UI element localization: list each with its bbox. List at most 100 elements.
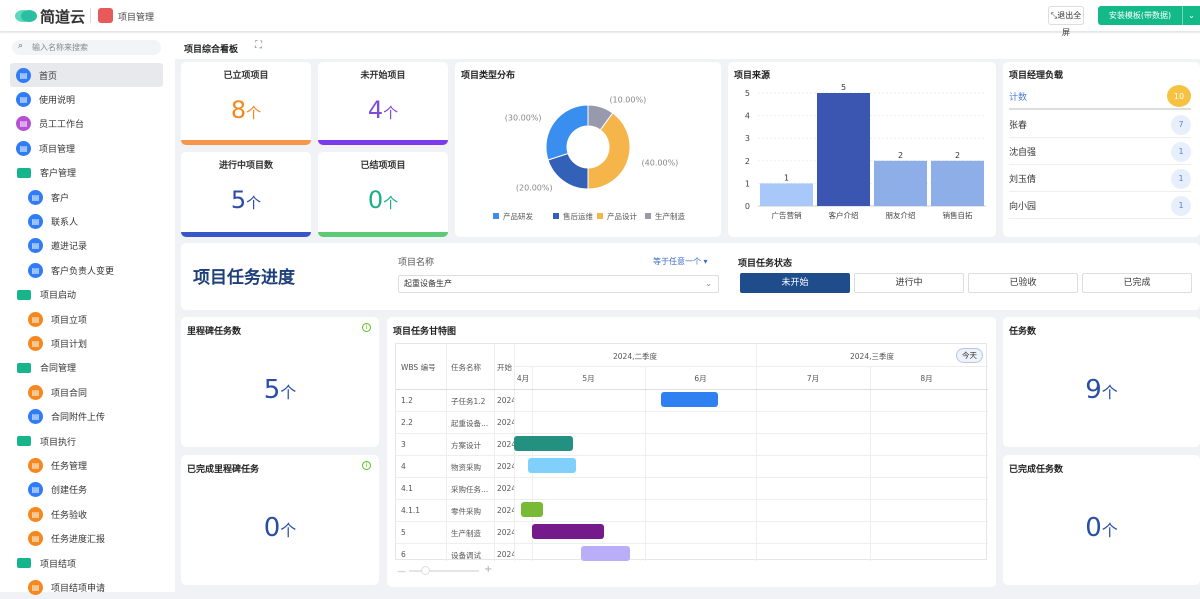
row-divider [396, 477, 988, 478]
sidebar-item[interactable]: ▤ 使用说明 [10, 87, 163, 111]
y-tick-label: 1 [745, 179, 750, 188]
operator-select[interactable]: 等于任意一个 ▾ [653, 256, 708, 267]
sidebar-item[interactable]: ▤ 联系人 [10, 209, 163, 233]
wbs-cell: 4 [401, 462, 406, 471]
column-header: 任务名称 [451, 363, 481, 372]
pie-slice[interactable] [545, 104, 589, 161]
menu-item-icon: ▤ [28, 384, 43, 400]
gantt-bar[interactable] [660, 392, 718, 407]
manager-row[interactable]: 刘玉倩 1 [1009, 166, 1191, 192]
pie-data-label: (20.00%) [516, 183, 553, 192]
status-option[interactable]: 进行中 [854, 273, 964, 293]
sidebar-item[interactable]: ▤ 任务管理 [10, 453, 163, 477]
gantt-bar[interactable] [520, 502, 544, 517]
gantt-bar[interactable] [514, 436, 574, 451]
bar-chart: 0 1 2 3 4 5 1 广告营销 5 客户介绍 2 朋友介绍 2 销售自拓 [745, 83, 986, 220]
stat-title: 已立项项目 [223, 71, 269, 81]
bar[interactable] [760, 183, 813, 206]
stat-value: 0个 [367, 186, 399, 214]
status-option[interactable]: 已验收 [968, 273, 1078, 293]
project-name-select[interactable]: 起重设备生产 ⌄ [398, 275, 719, 293]
legend-label[interactable]: 产品设计 [607, 211, 637, 221]
menu-item-icon: ▤ [28, 238, 43, 254]
app-name: 项目管理 [118, 13, 155, 23]
sidebar-item[interactable]: ▤ 合同附件上传 [10, 405, 163, 429]
column-header: WBS 编号 [401, 363, 436, 372]
task-name-cell[interactable]: 生产制造 [451, 528, 481, 539]
legend-label[interactable]: 产品研发 [503, 211, 533, 221]
exit-fullscreen-button[interactable]: ⤡退出全屏 [1048, 6, 1084, 37]
donut-chart: (10.00%) (40.00%) (20.00%) (30.00%) 产品研发 售后运维… [493, 95, 685, 221]
gantt-card: 项目任务甘特图 WBS 编号 任务名称 开始 2024,二季度 2024,三季度 今天 4月… [387, 317, 996, 587]
sidebar-item[interactable]: 客户管理 [10, 161, 163, 185]
legend-label[interactable]: 生产制造 [655, 211, 685, 221]
sidebar-item[interactable]: 项目执行 [10, 429, 163, 453]
menu-item-icon: ▤ [28, 531, 43, 547]
manager-row[interactable]: 张春 7 [1009, 112, 1191, 138]
sidebar-item[interactable]: ▤ 项目计划 [10, 331, 163, 355]
sidebar-item-label: 合同附件上传 [51, 413, 106, 424]
column-divider [446, 344, 447, 561]
sidebar-item[interactable]: ▤ 客户 [10, 185, 163, 209]
zoom-slider[interactable] [409, 570, 479, 572]
menu-item-icon: ▤ [28, 189, 43, 205]
card-title: 任务数 [1009, 327, 1037, 337]
install-dropdown-chevron-icon[interactable]: ⌄ [1182, 6, 1200, 25]
task-name-cell[interactable]: 设备调试 [451, 550, 481, 561]
sidebar-item[interactable]: 合同管理 [10, 356, 163, 380]
install-template-button[interactable]: 安装模板(带数据) [1098, 6, 1182, 25]
month-gridline [645, 366, 646, 561]
wbs-cell: 1.2 [401, 396, 413, 405]
sidebar-item[interactable]: 项目结项 [10, 551, 163, 575]
column-header: 开始 [497, 363, 512, 372]
zoom-out-icon[interactable]: — [397, 567, 406, 577]
task-name-cell[interactable]: 物资采购 [451, 462, 481, 473]
sidebar-item[interactable]: ▤ 项目结项申请 [10, 575, 163, 599]
sidebar-item[interactable]: ▤ 任务进度汇报 [10, 527, 163, 551]
divider [90, 8, 91, 23]
sidebar-item[interactable]: ▤ 项目合同 [10, 380, 163, 404]
sidebar-item[interactable]: 项目启动 [10, 283, 163, 307]
sidebar-item[interactable]: ▤ 员工工作台 [10, 112, 163, 136]
manager-row[interactable]: 沈自强 1 [1009, 139, 1191, 165]
sidebar-item[interactable]: ▤ 首页 [10, 63, 163, 87]
task-name-cell[interactable]: 子任务1.2 [451, 396, 485, 407]
gantt-bar[interactable] [532, 524, 605, 539]
zoom-slider-handle[interactable] [421, 566, 430, 575]
sidebar-item[interactable]: ▤ 任务验收 [10, 502, 163, 526]
wbs-cell: 6 [401, 550, 406, 559]
filter-panel: 项目任务进度 项目名称 等于任意一个 ▾ 起重设备生产 ⌄ 项目任务状态 未开始进… [181, 243, 1200, 310]
today-button[interactable]: 今天 [956, 348, 983, 363]
gantt-bar[interactable] [581, 546, 631, 561]
info-icon[interactable]: i [362, 323, 371, 332]
sidebar-item[interactable]: ▤ 邀进记录 [10, 234, 163, 258]
gantt-bar[interactable] [528, 458, 576, 473]
sidebar-item[interactable]: ▤ 客户负责人变更 [10, 258, 163, 282]
bar[interactable] [817, 93, 870, 206]
sidebar-item-label: 首页 [39, 71, 58, 82]
bar[interactable] [931, 160, 984, 206]
zoom-in-icon[interactable]: + [484, 564, 492, 575]
card-title: 里程碑任务数 [187, 327, 242, 337]
tab-dashboard[interactable]: 项目综合看板 [184, 42, 238, 55]
fullscreen-icon[interactable]: ⛶ [255, 40, 262, 51]
legend-label[interactable]: 售后运维 [563, 211, 593, 221]
task-name-cell[interactable]: 零件采购 [451, 506, 481, 517]
top-header: 简道云 项目管理 ⤡退出全屏 安装模板(带数据) ⌄ [0, 0, 1200, 37]
task-name-cell[interactable]: 起重设备... [451, 418, 488, 429]
info-icon[interactable]: i [362, 461, 371, 470]
bar[interactable] [874, 160, 927, 206]
task-name-cell[interactable]: 方案设计 [451, 440, 481, 451]
status-option[interactable]: 未开始 [740, 273, 850, 293]
sidebar-item[interactable]: ▤ 创建任务 [10, 478, 163, 502]
sidebar-item[interactable]: ▤ 项目管理 [10, 136, 163, 160]
sidebar-item[interactable]: ▤ 项目立项 [10, 307, 163, 331]
status-option[interactable]: 已完成 [1082, 273, 1192, 293]
project-source-chart-card: 项目来源 0 1 2 3 4 5 1 广告营销 5 客户介绍 2 朋友介绍 2 销售自拓 [728, 62, 996, 237]
manager-row[interactable]: 向小园 1 [1009, 193, 1191, 219]
search-input[interactable]: 输入名称来搜索 [12, 40, 161, 55]
task-name-cell[interactable]: 采购任务... [451, 484, 488, 495]
folder-icon [17, 558, 31, 568]
milestone-done-value: 0个 [263, 513, 297, 543]
pie-slice[interactable] [547, 152, 589, 190]
